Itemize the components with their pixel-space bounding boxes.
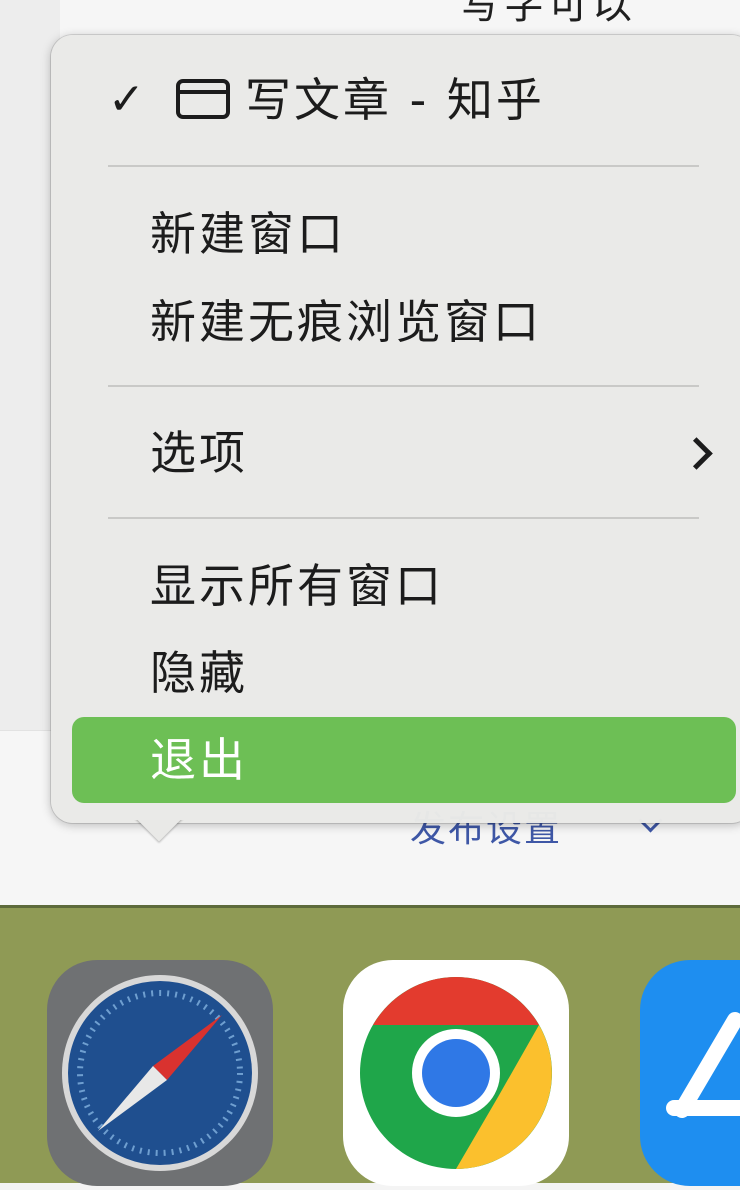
- menu-item-options[interactable]: 选项: [72, 410, 736, 496]
- menu-item-show-all-windows[interactable]: 显示所有窗口: [72, 543, 736, 629]
- menu-separator: [108, 165, 699, 167]
- dock-context-menu: ✓ 写文章 - 知乎 新建窗口 新建无痕浏览窗口 选项 显示所有窗口 隐藏 退出: [51, 35, 740, 823]
- checkmark-icon: ✓: [108, 74, 145, 125]
- safari-icon[interactable]: [47, 960, 273, 1186]
- app-store-icon[interactable]: [640, 960, 740, 1186]
- menu-item-label: 隐藏: [150, 646, 248, 700]
- menu-item-label: 退出: [150, 733, 248, 787]
- dock: [0, 905, 740, 1186]
- menu-item-current-window[interactable]: ✓ 写文章 - 知乎: [72, 57, 736, 143]
- menu-item-new-private-window[interactable]: 新建无痕浏览窗口: [72, 279, 736, 365]
- menu-item-label: 显示所有窗口: [150, 559, 444, 613]
- menu-item-label: 新建无痕浏览窗口: [150, 295, 542, 349]
- menu-item-quit[interactable]: 退出: [72, 717, 736, 803]
- menu-separator: [108, 385, 699, 387]
- menu-item-label: 选项: [150, 426, 248, 480]
- menu-item-hide[interactable]: 隐藏: [72, 630, 736, 716]
- menu-item-new-window[interactable]: 新建窗口: [72, 191, 736, 277]
- menu-item-label: 新建窗口: [150, 207, 346, 261]
- menu-item-label: 写文章 - 知乎: [245, 73, 545, 127]
- chevron-right-icon: [680, 437, 713, 470]
- menu-pointer: [131, 820, 187, 876]
- window-icon: [176, 79, 230, 119]
- chrome-icon[interactable]: [343, 960, 569, 1186]
- background-title-text: 写字可以: [460, 0, 636, 28]
- menu-separator: [108, 517, 699, 519]
